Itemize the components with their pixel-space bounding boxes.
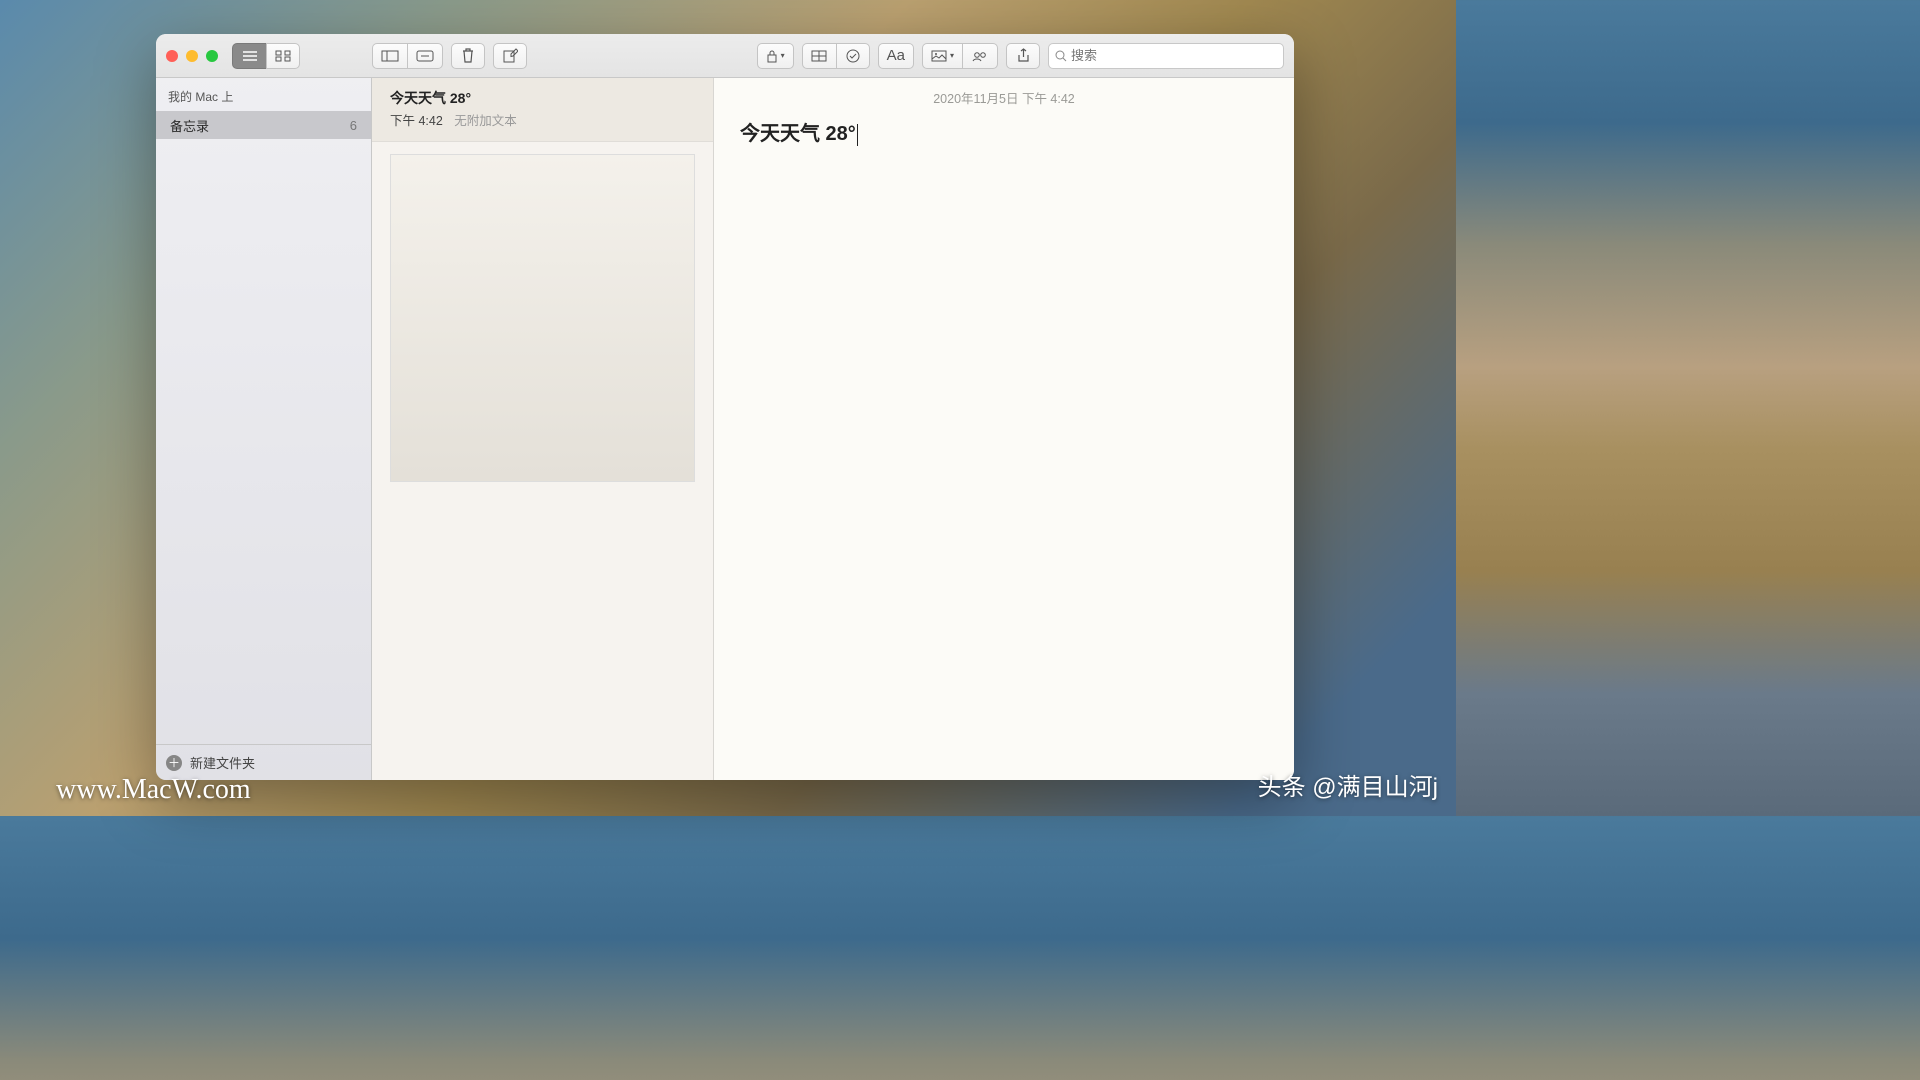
chevron-down-icon: ▾	[950, 51, 954, 60]
plus-icon: ＋	[166, 755, 182, 771]
collaborate-icon	[971, 50, 989, 62]
sidebar-icon	[381, 50, 399, 62]
delete-button[interactable]	[451, 43, 485, 69]
note-item-time: 下午 4:42	[390, 114, 443, 128]
notes-window: ▾ Aa ▾	[156, 34, 1294, 780]
share-icon	[1017, 48, 1030, 63]
toolbar: ▾ Aa ▾	[156, 34, 1294, 78]
note-item-title: 今天天气 28°	[390, 88, 695, 108]
minimize-button[interactable]	[186, 50, 198, 62]
gallery-view-button[interactable]	[266, 43, 300, 69]
editor-content[interactable]: 今天天气 28°	[714, 113, 1294, 150]
trash-icon	[461, 48, 475, 63]
editor-title-text: 今天天气 28°	[740, 123, 856, 145]
note-list-item[interactable]: 今天天气 28° 下午 4:42 无附加文本	[372, 78, 713, 142]
search-field[interactable]	[1048, 43, 1284, 69]
media-button[interactable]: ▾	[922, 43, 962, 69]
list-icon	[242, 50, 258, 62]
sidebar-item-count: 6	[350, 118, 357, 133]
close-button[interactable]	[166, 50, 178, 62]
attach-view-button[interactable]	[372, 43, 407, 69]
share-button[interactable]	[1006, 43, 1040, 69]
note-item-preview: 无附加文本	[454, 114, 517, 128]
search-icon	[1055, 50, 1067, 62]
view-mode-segment	[232, 43, 300, 69]
collaborate-button[interactable]	[962, 43, 998, 69]
chevron-down-icon: ▾	[781, 51, 785, 60]
lock-icon	[766, 49, 778, 63]
format-button[interactable]: Aa	[878, 43, 914, 69]
new-folder-label: 新建文件夹	[190, 753, 255, 772]
editor[interactable]: 2020年11月5日 下午 4:42 今天天气 28°	[714, 78, 1294, 780]
text-cursor	[857, 124, 859, 146]
sidebar-item-label: 备忘录	[170, 116, 209, 135]
lock-button[interactable]: ▾	[757, 43, 794, 69]
grid-icon	[275, 50, 291, 62]
window-controls	[166, 50, 218, 62]
attachment-icon	[416, 50, 434, 62]
sidebar-item-notes[interactable]: 备忘录 6	[156, 111, 371, 139]
checklist-button[interactable]	[836, 43, 870, 69]
new-note-button[interactable]	[493, 43, 527, 69]
photo-icon	[931, 50, 947, 62]
watermark-author: 头条 @满目山河j	[1258, 767, 1438, 802]
editor-timestamp: 2020年11月5日 下午 4:42	[714, 78, 1294, 113]
list-view-button[interactable]	[232, 43, 266, 69]
note-attachment-thumbnail[interactable]	[390, 154, 695, 482]
watermark-site: www.MacW.com	[56, 774, 251, 806]
attachments-button[interactable]	[407, 43, 443, 69]
notes-list: 今天天气 28° 下午 4:42 无附加文本	[372, 78, 714, 780]
sidebar: 我的 Mac 上 备忘录 6 ＋ 新建文件夹	[156, 78, 372, 780]
search-input[interactable]	[1071, 48, 1277, 63]
zoom-button[interactable]	[206, 50, 218, 62]
compose-icon	[503, 48, 518, 63]
table-button[interactable]	[802, 43, 836, 69]
sidebar-section-header: 我的 Mac 上	[156, 78, 371, 111]
table-icon	[811, 50, 827, 62]
checklist-icon	[846, 49, 860, 63]
